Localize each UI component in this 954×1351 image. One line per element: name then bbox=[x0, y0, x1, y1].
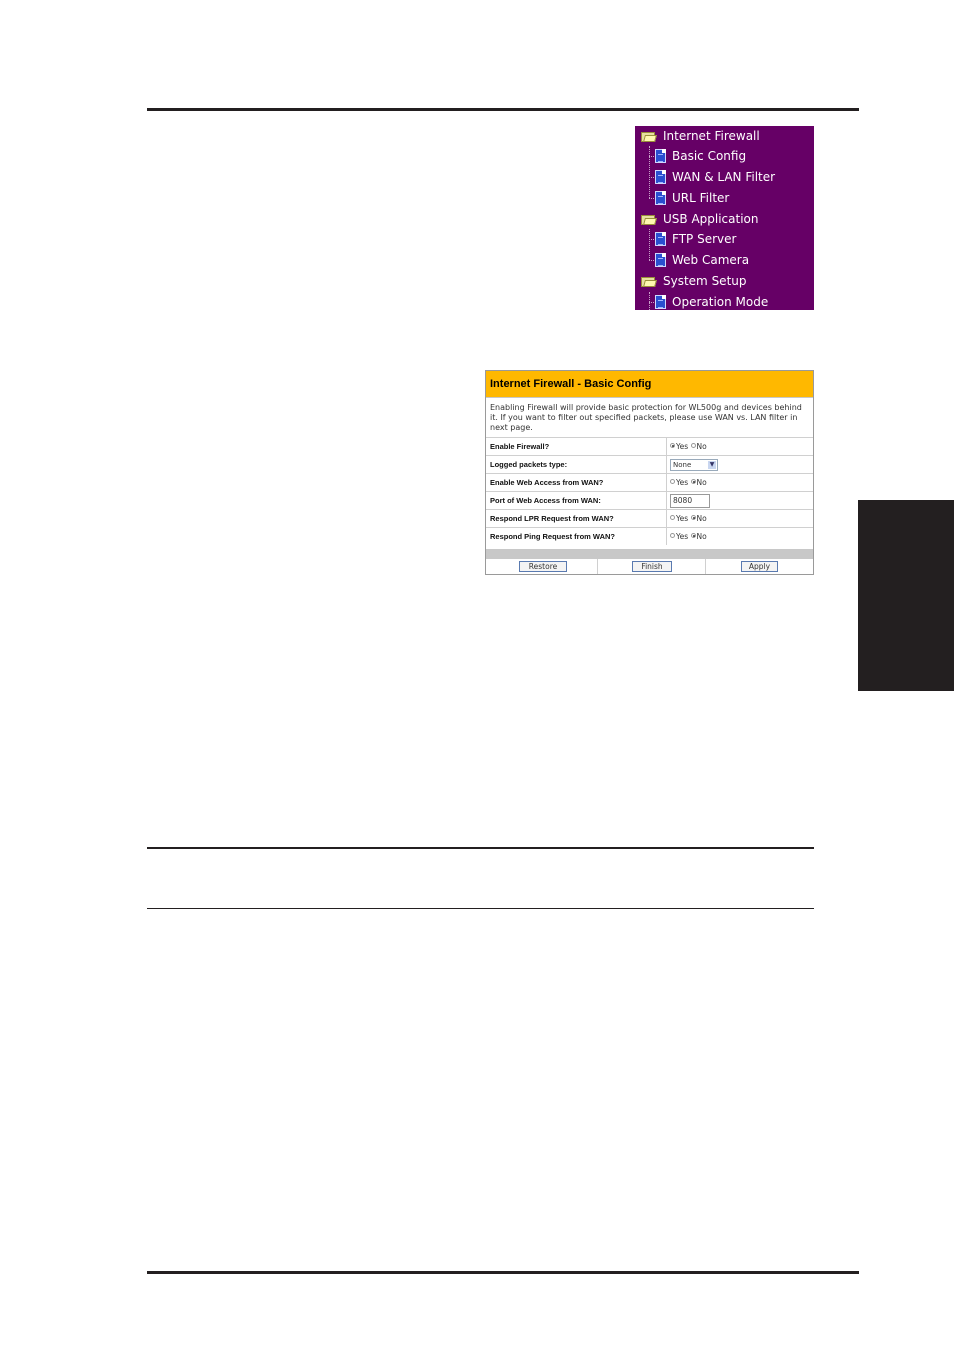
field-row-web-access-port: Port of Web Access from WAN: 8080 bbox=[486, 491, 813, 509]
menu-item-operation-mode[interactable]: Operation Mode bbox=[655, 292, 768, 310]
respond-lpr-yes-radio[interactable] bbox=[670, 514, 675, 520]
field-row-enable-web-access: Enable Web Access from WAN? Yes No bbox=[486, 473, 813, 491]
input-cell: 8080 bbox=[666, 492, 710, 509]
radio-label: No bbox=[696, 514, 707, 523]
panel-title: Internet Firewall - Basic Config bbox=[490, 378, 652, 390]
field-label: Logged packets type: bbox=[490, 460, 568, 469]
menu-item-label: Web Camera bbox=[672, 253, 750, 267]
field-row-respond-lpr: Respond LPR Request from WAN? Yes No bbox=[486, 509, 813, 527]
menu-item-label: Internet Firewall bbox=[663, 129, 760, 143]
web-access-port-input[interactable]: 8080 bbox=[670, 493, 710, 508]
menu-item-label: WAN & LAN Filter bbox=[672, 170, 776, 184]
field-label: Enable Firewall? bbox=[490, 442, 550, 451]
page-icon bbox=[655, 191, 666, 205]
chevron-down-icon: ▼ bbox=[708, 460, 716, 469]
radio-label: Yes bbox=[676, 478, 689, 487]
field-label: Respond LPR Request from WAN? bbox=[490, 514, 614, 523]
footer-rule bbox=[147, 1271, 859, 1274]
page-icon bbox=[655, 149, 666, 163]
enable-firewall-radio-group: Yes No bbox=[666, 438, 707, 455]
chapter-tab bbox=[858, 500, 954, 691]
logged-packets-type-select[interactable]: None ▼ bbox=[670, 458, 718, 471]
button-cell: Finish bbox=[598, 559, 706, 574]
panel-title-bar: Internet Firewall - Basic Config bbox=[486, 371, 813, 398]
panel-description: Enabling Firewall will provide basic pro… bbox=[490, 403, 802, 432]
menu-folder-system-setup[interactable]: System Setup bbox=[641, 271, 747, 291]
menu-folder-internet-firewall[interactable]: Internet Firewall bbox=[641, 126, 760, 146]
separator-bar bbox=[486, 549, 813, 559]
respond-ping-yes-radio[interactable] bbox=[670, 532, 675, 538]
menu-item-wan-lan-filter[interactable]: WAN & LAN Filter bbox=[655, 167, 775, 187]
menu-item-label: Operation Mode bbox=[672, 295, 769, 309]
tree-line bbox=[649, 229, 650, 260]
header-rule bbox=[147, 108, 859, 111]
button-cell: Apply bbox=[706, 559, 813, 574]
web-access-radio-group: Yes No bbox=[666, 474, 707, 491]
field-label: Port of Web Access from WAN: bbox=[490, 496, 601, 505]
menu-item-label: System Setup bbox=[663, 274, 747, 288]
respond-ping-radio-group: Yes No bbox=[666, 528, 707, 545]
apply-button[interactable]: Apply bbox=[741, 561, 778, 572]
radio-label: Yes bbox=[676, 442, 689, 451]
menu-item-url-filter[interactable]: URL Filter bbox=[655, 188, 729, 208]
folder-icon bbox=[641, 214, 656, 225]
radio-label: No bbox=[696, 478, 707, 487]
button-row: Restore Finish Apply bbox=[486, 559, 813, 574]
folder-icon bbox=[641, 131, 656, 142]
web-access-yes-radio[interactable] bbox=[670, 478, 675, 484]
menu-item-label: Basic Config bbox=[672, 149, 747, 163]
respond-lpr-no-radio[interactable] bbox=[690, 514, 696, 520]
respond-ping-no-radio[interactable] bbox=[690, 532, 696, 538]
select-value: None bbox=[673, 460, 692, 469]
folder-icon bbox=[641, 276, 656, 287]
menu-item-label: URL Filter bbox=[672, 191, 730, 205]
restore-button[interactable]: Restore bbox=[519, 561, 567, 572]
firewall-basic-config-panel: Internet Firewall - Basic Config Enablin… bbox=[485, 370, 814, 575]
note-bottom-rule bbox=[147, 908, 814, 909]
respond-lpr-radio-group: Yes No bbox=[666, 510, 707, 527]
field-label: Enable Web Access from WAN? bbox=[490, 478, 604, 487]
menu-item-basic-config[interactable]: Basic Config bbox=[655, 146, 746, 166]
page-icon bbox=[655, 253, 666, 267]
page-icon bbox=[655, 170, 666, 184]
menu-item-label: FTP Server bbox=[672, 232, 737, 246]
tree-line bbox=[649, 292, 650, 310]
radio-label: Yes bbox=[676, 532, 689, 541]
menu-folder-usb-application[interactable]: USB Application bbox=[641, 209, 759, 229]
enable-firewall-yes-radio[interactable] bbox=[670, 442, 675, 448]
field-row-logged-packets-type: Logged packets type: None ▼ bbox=[486, 455, 813, 473]
menu-item-web-camera[interactable]: Web Camera bbox=[655, 250, 749, 270]
radio-label: No bbox=[696, 532, 707, 541]
select-cell: None ▼ bbox=[666, 456, 718, 473]
field-label: Respond Ping Request from WAN? bbox=[490, 532, 616, 541]
menu-item-label: USB Application bbox=[663, 212, 759, 226]
field-row-enable-firewall: Enable Firewall? Yes No bbox=[486, 437, 813, 455]
button-cell: Restore bbox=[486, 559, 598, 574]
field-row-respond-ping: Respond Ping Request from WAN? Yes No bbox=[486, 527, 813, 545]
navigation-menu: Internet Firewall Basic Config WAN & LAN… bbox=[635, 126, 814, 310]
tree-line bbox=[649, 146, 650, 198]
page-icon bbox=[655, 232, 666, 246]
menu-item-ftp-server[interactable]: FTP Server bbox=[655, 229, 736, 249]
finish-button[interactable]: Finish bbox=[632, 561, 672, 572]
web-access-no-radio[interactable] bbox=[690, 478, 696, 484]
enable-firewall-no-radio[interactable] bbox=[690, 442, 696, 448]
page-icon bbox=[655, 295, 666, 309]
radio-label: No bbox=[696, 442, 707, 451]
note-top-rule bbox=[147, 847, 814, 849]
radio-label: Yes bbox=[676, 514, 689, 523]
